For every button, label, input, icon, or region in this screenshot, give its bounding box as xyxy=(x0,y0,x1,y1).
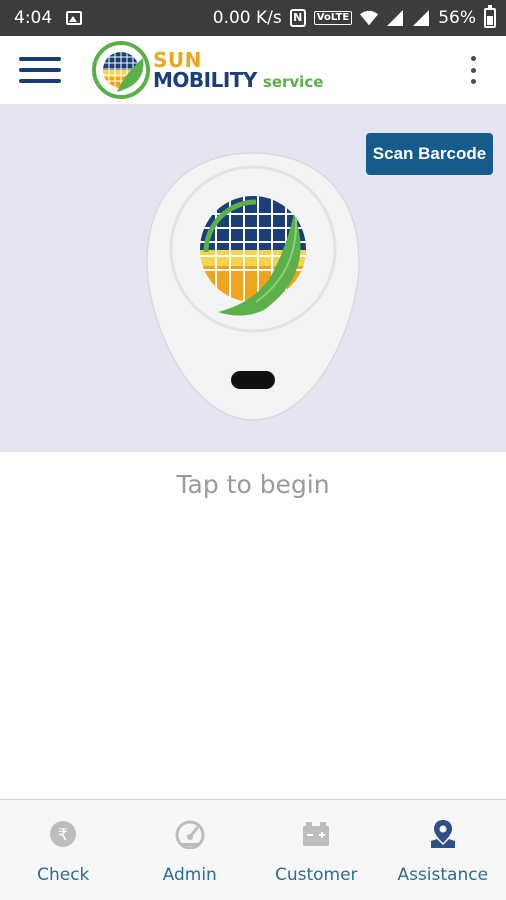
brand-service: service xyxy=(262,73,324,91)
rupee-coin-icon: ₹ xyxy=(48,819,78,849)
nav-label-admin: Admin xyxy=(162,865,217,885)
tap-to-begin-label: Tap to begin xyxy=(176,470,330,499)
app-bar: SUN MOBILITY service xyxy=(0,36,506,104)
more-dot xyxy=(470,56,476,61)
speedometer-icon xyxy=(175,819,205,849)
signal-icon-2 xyxy=(413,10,430,26)
brand-sun: SUN xyxy=(153,48,202,72)
menu-bar-line xyxy=(19,79,61,83)
nav-item-customer[interactable]: Customer xyxy=(253,800,380,900)
nav-label-check: Check xyxy=(37,865,90,885)
status-bar: 4:04 0.00 K/s N VoLTE 56% xyxy=(0,0,506,36)
more-vert-button[interactable] xyxy=(468,56,478,84)
brand-text: SUN MOBILITY service xyxy=(153,50,323,90)
wifi-icon xyxy=(360,10,379,26)
scan-barcode-button[interactable]: Scan Barcode xyxy=(366,133,493,175)
nav-item-check[interactable]: ₹ Check xyxy=(0,800,127,900)
clock: 4:04 xyxy=(14,8,53,28)
hero-panel[interactable]: Scan Barcode xyxy=(0,104,506,452)
rfid-tag-device-icon[interactable] xyxy=(146,152,360,422)
bottom-navigation: ₹ Check Admin Customer Assistance xyxy=(0,799,506,900)
brand-mobility: MOBILITY xyxy=(153,68,257,92)
nav-item-assistance[interactable]: Assistance xyxy=(380,800,506,900)
nfc-icon: N xyxy=(289,9,306,27)
hamburger-menu-button[interactable] xyxy=(19,55,61,85)
more-dot xyxy=(470,67,476,73)
volte-icon: VoLTE xyxy=(313,11,353,25)
menu-bar-line xyxy=(19,68,61,72)
nav-label-assistance: Assistance xyxy=(397,865,489,885)
svg-text:₹: ₹ xyxy=(58,825,68,844)
network-speed: 0.00 K/s xyxy=(212,8,282,28)
image-notification-icon xyxy=(66,11,83,25)
signal-icon xyxy=(387,10,404,26)
status-right: 0.00 K/s N VoLTE 56% xyxy=(212,5,496,28)
brand-logo-group: SUN MOBILITY service xyxy=(91,40,323,100)
battery-icon xyxy=(301,819,331,849)
sun-mobility-logo-icon xyxy=(92,41,150,99)
menu-bar-line xyxy=(19,57,61,61)
status-left: 4:04 xyxy=(14,8,83,28)
location-pin-icon xyxy=(428,819,458,849)
more-dot xyxy=(470,79,476,84)
nav-label-customer: Customer xyxy=(274,865,358,885)
battery-percent: 56% xyxy=(438,8,476,28)
nav-item-admin[interactable]: Admin xyxy=(127,800,254,900)
battery-icon xyxy=(484,5,496,28)
